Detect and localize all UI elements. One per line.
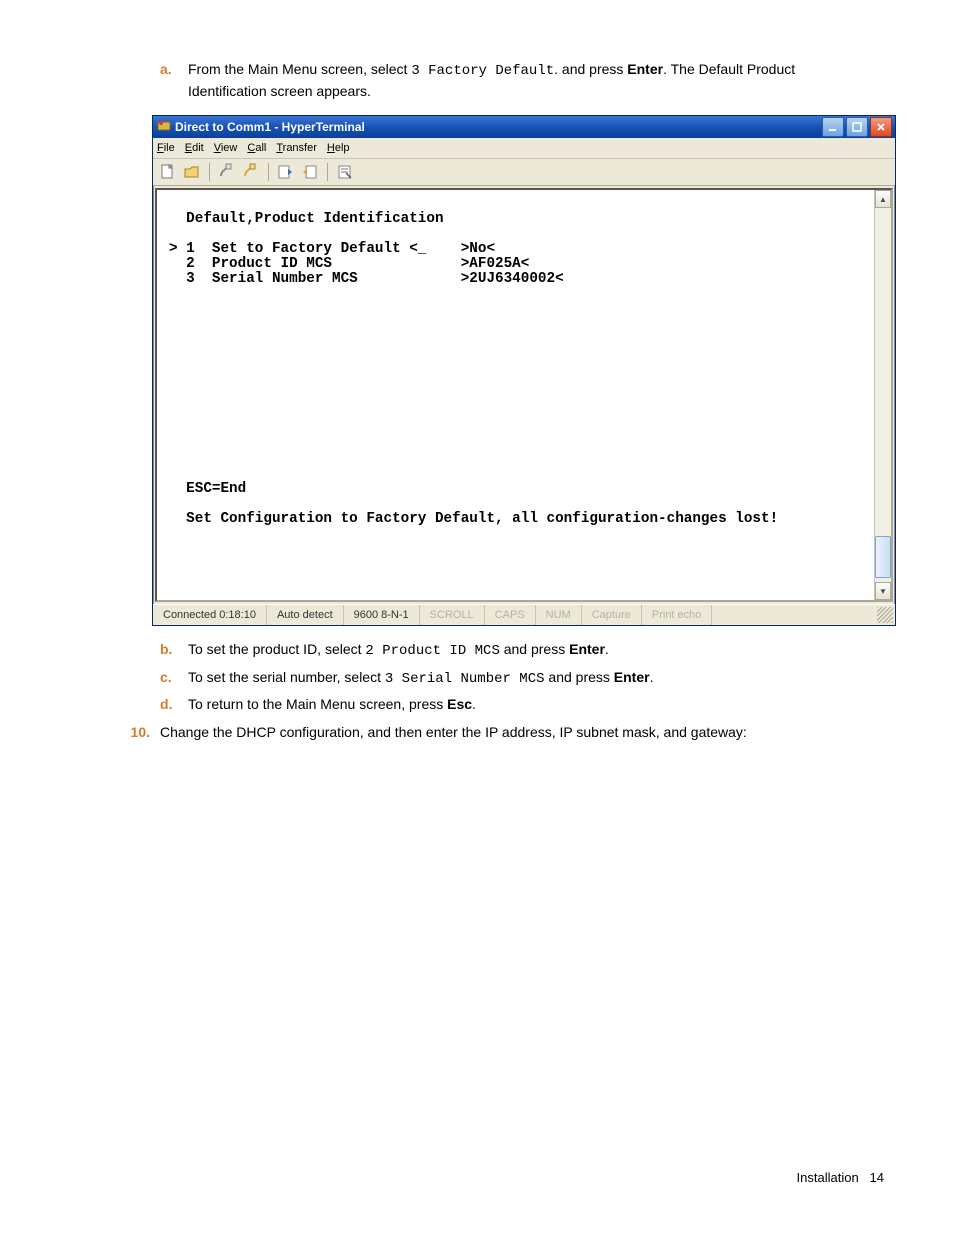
connect-icon[interactable] — [218, 163, 236, 181]
status-baud: 9600 8-N-1 — [344, 605, 420, 625]
minimize-button[interactable] — [822, 117, 844, 137]
maximize-button[interactable] — [846, 117, 868, 137]
open-icon[interactable] — [183, 163, 201, 181]
page-footer: Installation 14 — [797, 1170, 884, 1185]
step-b-text: To set the product ID, select 2 Product … — [188, 640, 874, 662]
status-printecho: Print echo — [642, 605, 713, 625]
menu-help[interactable]: Help — [327, 142, 350, 154]
window-title: Direct to Comm1 - HyperTerminal — [175, 120, 365, 134]
menu-view[interactable]: View — [214, 142, 238, 154]
send-icon[interactable] — [277, 163, 295, 181]
step-c-marker: c. — [160, 668, 188, 688]
toolbar-separator — [327, 163, 328, 181]
status-connected: Connected 0:18:10 — [153, 605, 267, 625]
menu-transfer[interactable]: Transfer — [276, 142, 317, 154]
menu-edit[interactable]: Edit — [185, 142, 204, 154]
toolbar — [153, 159, 895, 186]
step-a-text: From the Main Menu screen, select 3 Fact… — [188, 60, 874, 101]
close-button[interactable] — [870, 117, 892, 137]
status-caps: CAPS — [485, 605, 536, 625]
step-10: 10. Change the DHCP configuration, and t… — [118, 723, 874, 743]
disconnect-icon[interactable] — [242, 163, 260, 181]
toolbar-separator — [209, 163, 210, 181]
step-d-text: To return to the Main Menu screen, press… — [188, 695, 874, 715]
hyperterminal-window: Direct to Comm1 - HyperTerminal File — [152, 115, 896, 626]
step-a-marker: a. — [160, 60, 188, 80]
step-a: a. From the Main Menu screen, select 3 F… — [160, 60, 874, 101]
app-icon — [157, 119, 171, 136]
terminal-output: Default,Product Identification > 1 Set t… — [157, 190, 875, 600]
step-b: b. To set the product ID, select 2 Produ… — [160, 640, 874, 662]
step-10-number: 10. — [118, 723, 160, 743]
window-titlebar: Direct to Comm1 - HyperTerminal — [153, 116, 895, 138]
step-c: c. To set the serial number, select 3 Se… — [160, 668, 874, 690]
terminal-area: Default,Product Identification > 1 Set t… — [155, 188, 893, 602]
scroll-track[interactable] — [875, 208, 891, 582]
step-b-marker: b. — [160, 640, 188, 660]
menu-call[interactable]: Call — [247, 142, 266, 154]
status-scroll: SCROLL — [420, 605, 485, 625]
menu-bar: File Edit View Call Transfer Help — [153, 138, 895, 159]
new-icon[interactable] — [159, 163, 177, 181]
status-bar: Connected 0:18:10 Auto detect 9600 8-N-1… — [153, 604, 895, 625]
scroll-down-button[interactable]: ▼ — [875, 582, 891, 600]
status-capture: Capture — [582, 605, 642, 625]
step-d: d. To return to the Main Menu screen, pr… — [160, 695, 874, 715]
footer-label: Installation — [797, 1170, 859, 1185]
menu-file[interactable]: File — [157, 142, 175, 154]
status-autodetect: Auto detect — [267, 605, 344, 625]
receive-icon[interactable] — [301, 163, 319, 181]
status-num: NUM — [536, 605, 582, 625]
footer-page: 14 — [870, 1170, 884, 1185]
step-d-marker: d. — [160, 695, 188, 715]
scrollbar[interactable]: ▲ ▼ — [874, 190, 891, 600]
toolbar-separator — [268, 163, 269, 181]
resize-grip-icon[interactable] — [877, 607, 893, 623]
properties-icon[interactable] — [336, 163, 354, 181]
step-c-text: To set the serial number, select 3 Seria… — [188, 668, 874, 690]
scroll-thumb[interactable] — [875, 536, 891, 578]
scroll-up-button[interactable]: ▲ — [875, 190, 891, 208]
step-10-text: Change the DHCP configuration, and then … — [160, 723, 874, 743]
